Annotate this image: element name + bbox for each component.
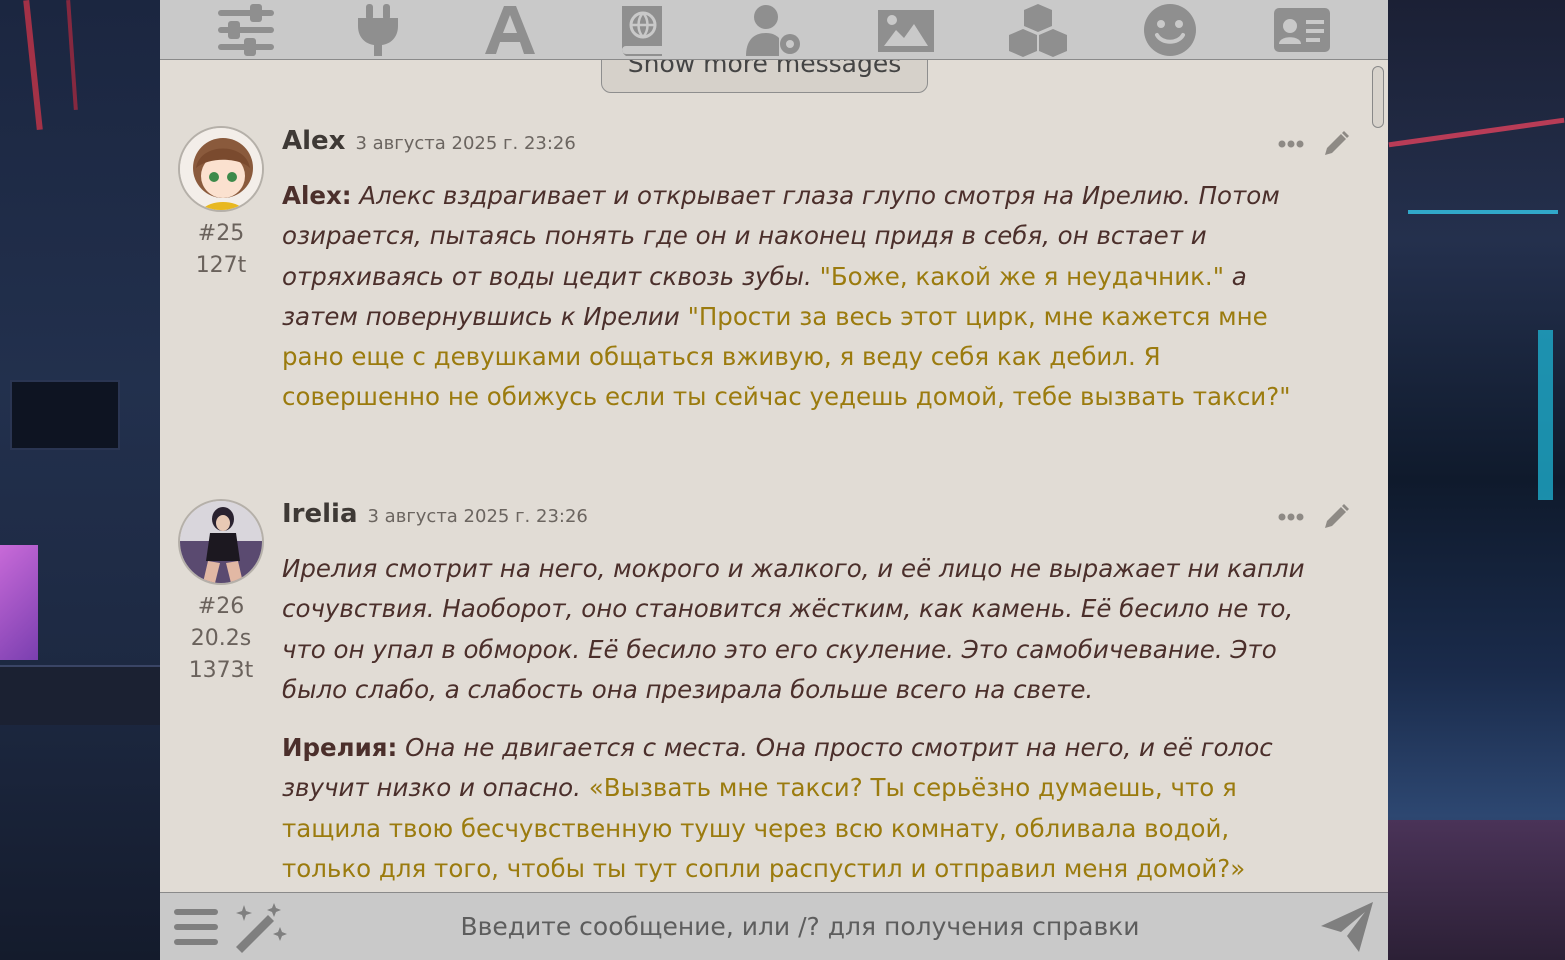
- avatar[interactable]: [178, 499, 264, 585]
- top-toolbar: [160, 0, 1388, 60]
- message-meta: #25 127t: [160, 218, 282, 282]
- message-id: #26: [197, 594, 245, 619]
- sliders-icon[interactable]: [211, 0, 281, 60]
- background-right: [1388, 0, 1565, 960]
- speaker-label: Alex:: [282, 181, 352, 210]
- avatar[interactable]: [178, 126, 264, 212]
- world-book-icon[interactable]: [607, 0, 677, 60]
- message-input-bar: [160, 892, 1388, 960]
- smile-icon[interactable]: [1135, 0, 1205, 60]
- author-name: Irelia: [282, 499, 358, 529]
- message-header: Irelia 3 августа 2025 г. 23:26: [282, 499, 588, 539]
- narration-text: Ирелия смотрит на него, мокрого и жалког…: [282, 554, 1305, 704]
- user-settings-icon[interactable]: [739, 0, 809, 60]
- message-tokens: 1373t: [188, 658, 254, 683]
- dialogue-quote: "Боже, какой же я неудачник.": [819, 261, 1224, 291]
- message-tokens: 127t: [195, 253, 247, 278]
- more-options-icon[interactable]: [1278, 139, 1304, 149]
- background-left: [0, 0, 160, 960]
- message-meta: #26 20.2s 1373t: [160, 591, 282, 687]
- plug-icon[interactable]: [343, 0, 413, 60]
- message-timestamp: 3 августа 2025 г. 23:26: [355, 133, 576, 154]
- chat-panel: Show more messages #25 127t Alex 3 авгус…: [160, 60, 1388, 892]
- menu-hamburger-icon[interactable]: [168, 899, 224, 955]
- magic-wand-icon[interactable]: [232, 899, 288, 955]
- message-duration: 20.2s: [190, 626, 252, 651]
- author-name: Alex: [282, 126, 346, 156]
- id-card-icon[interactable]: [1267, 0, 1337, 60]
- chat-scrollbar-thumb[interactable]: [1372, 66, 1384, 128]
- message-actions: [1278, 130, 1350, 158]
- message-text: Ирелия смотрит на него, мокрого и жалког…: [282, 549, 1312, 892]
- speaker-label: Ирелия:: [282, 733, 398, 763]
- cubes-icon[interactable]: [1003, 0, 1073, 60]
- edit-pencil-icon[interactable]: [1322, 503, 1350, 531]
- edit-pencil-icon[interactable]: [1322, 130, 1350, 158]
- message-text: Alex: Алекс вздрагивает и открывает глаз…: [282, 176, 1312, 436]
- image-icon[interactable]: [871, 0, 941, 60]
- font-icon[interactable]: [475, 0, 545, 60]
- message-header: Alex 3 августа 2025 г. 23:26: [282, 126, 576, 166]
- show-more-messages-button[interactable]: Show more messages: [601, 60, 928, 93]
- message-input[interactable]: [296, 896, 1304, 957]
- send-icon[interactable]: [1312, 897, 1382, 957]
- message-actions: [1278, 503, 1350, 531]
- message-id: #25: [197, 221, 245, 246]
- message-timestamp: 3 августа 2025 г. 23:26: [367, 506, 588, 527]
- more-options-icon[interactable]: [1278, 512, 1304, 522]
